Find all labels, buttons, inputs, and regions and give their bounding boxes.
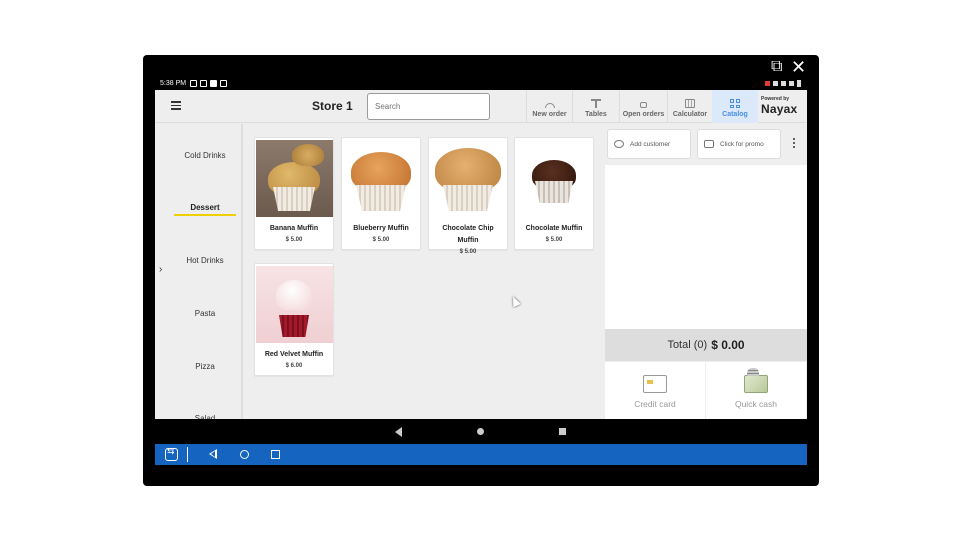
recent-apps-icon[interactable] [271, 450, 280, 459]
quick-cash-button[interactable]: Quick cash [706, 362, 806, 419]
total-label: Total (0) [667, 339, 708, 351]
product-name: Red Velvet Muffin [264, 351, 324, 358]
status-icon [765, 81, 770, 86]
tables-icon [591, 99, 601, 108]
product-name: Banana Muffin [269, 225, 319, 232]
notification-icon [190, 80, 198, 87]
brand-logo: Powered by Nayax [761, 96, 798, 116]
teamviewer-icon[interactable] [165, 446, 178, 461]
external-link-icon[interactable]: ⧉ [771, 59, 782, 75]
back-icon[interactable] [395, 427, 402, 437]
credit-card-icon [643, 375, 667, 393]
lock-icon [640, 102, 647, 108]
product-card[interactable]: Banana Muffin $ 5.00 [254, 137, 334, 250]
device-screen: 5:38 PM Store 1 New order Tables [155, 77, 807, 465]
product-card[interactable]: Blueberry Muffin $ 5.00 [341, 137, 421, 250]
product-name: Chocolate Muffin [525, 225, 583, 232]
product-name: Chocolate Chip Muffin [442, 225, 494, 244]
category-hot-drinks[interactable]: Hot Drinks [155, 256, 255, 265]
product-name: Blueberry Muffin [353, 225, 409, 232]
product-image [429, 140, 507, 217]
product-grid: Banana Muffin $ 5.00 Blueberry Muffin $ … [245, 124, 601, 419]
category-cold-drinks[interactable]: Cold Drinks [155, 151, 255, 160]
back-icon[interactable] [209, 449, 217, 459]
home-icon[interactable] [240, 450, 249, 459]
order-panel: Add customer Click for promo Total (0) $… [605, 124, 807, 419]
product-image [342, 140, 420, 217]
product-image [255, 266, 333, 343]
search-input[interactable] [367, 93, 490, 120]
android-nav-bar [155, 419, 807, 444]
product-image [255, 140, 333, 217]
tables-button[interactable]: Tables [572, 90, 619, 123]
product-card[interactable]: Chocolate Muffin $ 5.00 [514, 137, 594, 250]
category-pizza[interactable]: Pizza [155, 362, 255, 371]
recent-apps-icon[interactable] [559, 428, 566, 435]
catalog-button[interactable]: Catalog [712, 90, 758, 123]
battery-icon [797, 80, 801, 87]
cash-icon [744, 368, 768, 393]
promo-button[interactable]: Click for promo [697, 129, 781, 159]
active-category-indicator [174, 214, 236, 216]
app-header: Store 1 New order Tables Open orders Cal… [155, 90, 807, 123]
product-card[interactable]: Chocolate Chip Muffin $ 5.00 [428, 137, 508, 255]
notification-icon [210, 80, 218, 87]
more-options-icon[interactable] [793, 138, 796, 148]
remote-control-bar [155, 444, 807, 465]
category-dessert[interactable]: Dessert [155, 203, 255, 212]
credit-card-button[interactable]: Credit card [605, 362, 705, 419]
total-amount: $ 0.00 [711, 338, 745, 352]
menu-icon[interactable] [171, 101, 181, 110]
android-status-bar: 5:38 PM [155, 77, 807, 90]
notification-icon [200, 80, 208, 87]
order-items-list [605, 165, 807, 329]
order-total: Total (0) $ 0.00 [605, 329, 807, 361]
calculator-button[interactable]: Calculator [667, 90, 712, 123]
product-price: $ 5.00 [459, 249, 477, 255]
chevron-right-icon[interactable]: › [159, 264, 162, 275]
notification-icon [220, 80, 228, 87]
category-sidebar: Cold Drinks Dessert Hot Drinks Pasta Piz… [155, 124, 243, 423]
product-price: $ 5.00 [545, 237, 563, 243]
add-user-icon [614, 140, 624, 148]
divider [187, 447, 188, 462]
category-pasta[interactable]: Pasta [155, 309, 255, 318]
product-price: $ 5.00 [285, 237, 303, 243]
ticket-icon [704, 140, 714, 148]
product-price: $ 5.00 [372, 237, 390, 243]
new-order-icon [544, 103, 555, 108]
home-icon[interactable] [477, 428, 484, 435]
bluetooth-icon [773, 81, 778, 86]
grid-icon [730, 99, 740, 108]
close-icon[interactable]: ✕ [791, 58, 806, 76]
product-card[interactable]: Red Velvet Muffin $ 6.00 [254, 263, 334, 376]
open-orders-button[interactable]: Open orders [619, 90, 667, 123]
calculator-icon [685, 99, 695, 108]
signal-icon [789, 81, 794, 86]
status-time: 5:38 PM [160, 80, 187, 87]
product-price: $ 6.00 [285, 363, 303, 369]
wifi-icon [781, 81, 786, 86]
page-title: Store 1 [312, 99, 353, 113]
new-order-button[interactable]: New order [526, 90, 572, 123]
add-customer-button[interactable]: Add customer [607, 129, 691, 159]
product-image [515, 140, 593, 217]
